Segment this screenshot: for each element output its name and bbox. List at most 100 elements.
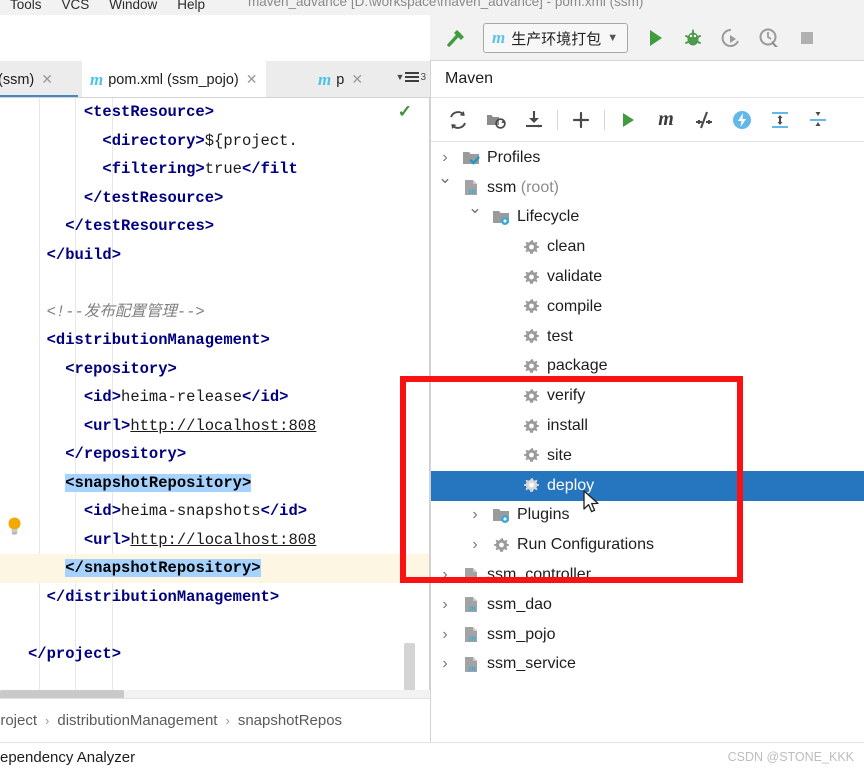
tree-item-ssm-controller[interactable]: › m ssm_controller <box>431 560 864 590</box>
collapse-all-icon[interactable] <box>799 101 837 139</box>
lifecycle-folder-icon <box>491 207 511 227</box>
chevron-right-icon[interactable]: › <box>437 149 453 167</box>
tree-item-goal-deploy[interactable]: deploy <box>431 470 864 501</box>
code-content[interactable]: <testResource> <directory>${project. <fi… <box>0 98 430 668</box>
tree-item-goal-verify[interactable]: verify <box>431 381 864 411</box>
code-line: <url>http://localhost:808 <box>0 526 430 555</box>
tree-item-label: test <box>547 327 573 345</box>
editor-tab-pom-partial[interactable]: m p ✕ <box>310 61 371 97</box>
tree-item-label: site <box>547 446 572 464</box>
profile-icon[interactable] <box>750 21 788 55</box>
show-hidden-tabs-button[interactable]: ▼ 3 <box>396 70 426 84</box>
svg-text:m: m <box>469 603 476 613</box>
code-line: <!--发布配置管理--> <box>0 298 430 327</box>
maven-toolbar: m <box>431 98 864 142</box>
intention-bulb-icon[interactable] <box>6 516 23 536</box>
code-token: true <box>204 160 242 178</box>
maven-goal-gear-icon <box>521 267 541 287</box>
editor-tab-ssm-pojo[interactable]: m pom.xml (ssm_pojo) ✕ <box>82 61 266 97</box>
breadcrumb-item-snapshotrepository[interactable]: snapshotRepos <box>238 712 342 729</box>
code-token: heima-release <box>121 388 242 406</box>
breadcrumb-item-distributionmanagement[interactable]: distributionManagement <box>57 712 217 729</box>
menu-item-help[interactable]: Help <box>167 0 215 12</box>
close-icon[interactable]: ✕ <box>41 71 53 88</box>
tree-item-label: clean <box>547 238 586 256</box>
chevron-down-icon[interactable]: ⌄ <box>467 198 483 218</box>
maven-goal-gear-icon <box>521 416 541 436</box>
tree-item-goal-compile[interactable]: compile <box>431 292 864 322</box>
expand-all-icon[interactable] <box>761 101 799 139</box>
close-icon[interactable]: ✕ <box>351 71 363 88</box>
tree-item-ssm-pojo[interactable]: › m ssm_pojo <box>431 620 864 650</box>
download-sources-icon[interactable] <box>515 101 553 139</box>
generate-sources-icon[interactable] <box>477 101 515 139</box>
build-hammer-icon[interactable] <box>437 21 475 55</box>
reload-all-maven-projects-icon[interactable] <box>439 101 477 139</box>
chevron-right-icon[interactable]: › <box>467 506 483 524</box>
chevron-right-icon[interactable]: › <box>437 596 453 614</box>
chevron-right-icon[interactable]: › <box>437 566 453 584</box>
tree-item-goal-test[interactable]: test <box>431 322 864 352</box>
tree-item-label: ssm_controller <box>487 566 592 584</box>
ide-window: Tools VCS Window Help maven_advance [D:\… <box>0 0 864 771</box>
run-icon[interactable] <box>636 21 674 55</box>
code-line: </testResources> <box>0 212 430 241</box>
tree-item-plugins[interactable]: › Plugins <box>431 501 864 531</box>
svg-text:m: m <box>469 633 476 643</box>
breadcrumb-separator-icon: › <box>45 713 50 728</box>
code-line: </repository> <box>0 440 430 469</box>
code-line: </build> <box>0 241 430 270</box>
tree-item-lifecycle[interactable]: ⌄ Lifecycle <box>431 198 864 233</box>
dependency-analyzer-button[interactable]: ependency Analyzer <box>0 749 135 766</box>
close-icon[interactable]: ✕ <box>246 71 258 88</box>
debug-icon[interactable] <box>674 21 712 55</box>
run-with-coverage-icon[interactable] <box>712 21 750 55</box>
chevron-down-icon[interactable]: ▼ <box>607 32 618 44</box>
watermark: CSDN @STONE_KKK <box>727 750 854 764</box>
tree-item-goal-install[interactable]: install <box>431 411 864 441</box>
svg-text:m: m <box>469 186 476 196</box>
chevron-right-icon[interactable]: › <box>437 655 453 673</box>
breadcrumb-item-project[interactable]: project <box>0 712 37 729</box>
code-line: </distributionManagement> <box>0 583 430 612</box>
tree-item-ssm-service[interactable]: › m ssm_service <box>431 650 864 680</box>
add-maven-project-icon[interactable] <box>562 101 600 139</box>
maven-project-icon: m <box>461 178 481 198</box>
tree-item-goal-package[interactable]: package <box>431 352 864 382</box>
menu-item-tools[interactable]: Tools <box>0 0 52 12</box>
toggle-skip-tests-icon[interactable] <box>685 101 723 139</box>
tree-item-label: ssm_dao <box>487 595 552 613</box>
code-line: <repository> <box>0 355 430 384</box>
run-configuration-selector[interactable]: m 生产环境打包 ▼ <box>483 23 629 53</box>
code-editor[interactable]: ✓ <testResource> <directory>${project. <… <box>0 98 430 698</box>
code-token: http://localhost:808 <box>130 416 317 435</box>
code-token: <directory> <box>102 131 205 150</box>
tree-item-profiles[interactable]: › Profiles <box>431 143 864 173</box>
tree-item-ssm-dao[interactable]: › m ssm_dao <box>431 590 864 620</box>
maven-project-icon: m <box>461 625 481 645</box>
tree-item-goal-validate[interactable]: validate <box>431 262 864 292</box>
stop-icon[interactable] <box>788 21 826 55</box>
chevron-right-icon[interactable]: › <box>467 536 483 554</box>
tree-item-label: package <box>547 357 608 375</box>
tree-item-run-configurations[interactable]: › Run Configurations <box>431 530 864 560</box>
code-line: <testResource> <box>0 98 430 127</box>
tree-item-goal-site[interactable]: site <box>431 441 864 471</box>
chevron-down-icon[interactable]: ⌄ <box>437 168 453 188</box>
editor-tab-ssm[interactable]: (ssm) ✕ <box>0 61 61 97</box>
tree-item-goal-clean[interactable]: clean <box>431 232 864 262</box>
tree-item-label: ssm (root) <box>487 178 559 196</box>
tree-item-label: Lifecycle <box>517 208 580 226</box>
hidden-tab-count: 3 <box>420 71 426 83</box>
maven-goal-gear-icon <box>521 237 541 257</box>
tree-item-ssm-root[interactable]: ⌄ m ssm (root) <box>431 168 864 203</box>
menu-item-vcs[interactable]: VCS <box>52 0 100 12</box>
toggle-offline-mode-icon[interactable] <box>723 101 761 139</box>
plugins-folder-icon <box>491 505 511 525</box>
execute-goal-run-icon[interactable] <box>609 101 647 139</box>
chevron-right-icon[interactable]: › <box>437 626 453 644</box>
menu-item-window[interactable]: Window <box>99 0 167 12</box>
maven-project-tree[interactable]: › Profiles ⌄ m ssm (root) ⌄ Lifecycle clean vali… <box>431 143 864 742</box>
execute-maven-goal-icon[interactable]: m <box>647 101 685 139</box>
editor-scrollbar-track[interactable] <box>403 98 416 698</box>
